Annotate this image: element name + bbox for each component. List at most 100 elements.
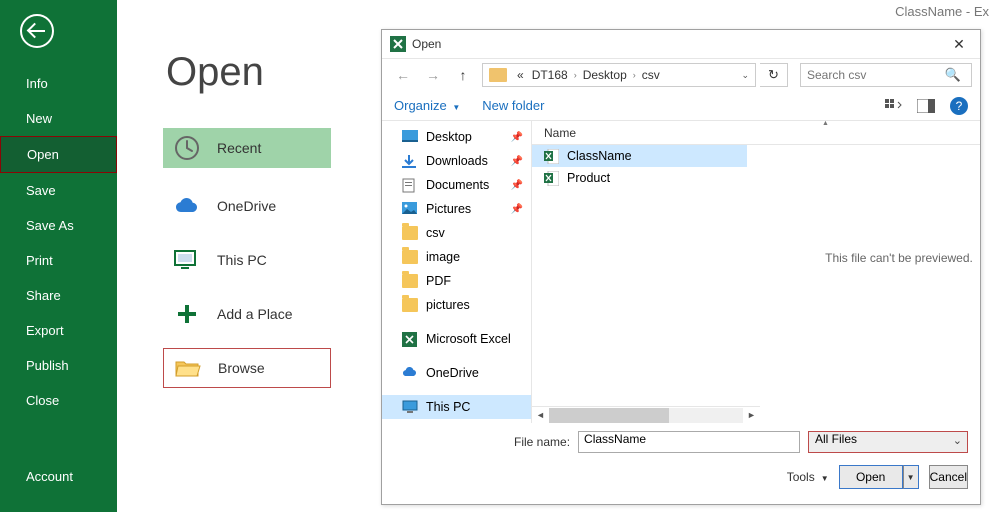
sidebar-item-export[interactable]: Export xyxy=(0,313,117,348)
tree-label: Microsoft Excel xyxy=(426,332,511,346)
computer-icon xyxy=(402,400,418,414)
filter-value: All Files xyxy=(815,432,857,446)
sidebar-item-save[interactable]: Save xyxy=(0,173,117,208)
add-icon xyxy=(171,298,203,330)
tree-label: Desktop xyxy=(426,130,472,144)
tree-item-downloads[interactable]: Downloads📌 xyxy=(382,149,531,173)
scroll-thumb[interactable] xyxy=(549,408,669,423)
sidebar-item-close[interactable]: Close xyxy=(0,383,117,418)
pictures-icon xyxy=(402,202,418,216)
sidebar-item-info[interactable]: Info xyxy=(0,66,117,101)
file-name: ClassName xyxy=(567,149,632,163)
tree-item-excel[interactable]: Microsoft Excel xyxy=(382,327,531,351)
dialog-footer: File name: ClassName All Files Tools▼ Op… xyxy=(382,423,980,499)
page-title: Open xyxy=(166,50,264,95)
nav-up-button[interactable]: ↑ xyxy=(450,63,476,87)
chevron-down-icon: ▼ xyxy=(821,474,829,483)
tree-item-folder[interactable]: pictures xyxy=(382,293,531,317)
folder-icon xyxy=(402,250,418,264)
filename-combobox[interactable]: ClassName xyxy=(578,431,800,453)
excel-icon xyxy=(402,332,418,346)
scroll-left-button[interactable]: ◄ xyxy=(532,410,549,420)
chevron-right-icon: › xyxy=(572,70,579,80)
open-split-button[interactable]: ▼ xyxy=(903,465,919,489)
tree-item-folder[interactable]: PDF xyxy=(382,269,531,293)
horizontal-scrollbar[interactable]: ◄ ► xyxy=(532,406,760,423)
tree-item-folder[interactable]: image xyxy=(382,245,531,269)
tree-item-documents[interactable]: Documents📌 xyxy=(382,173,531,197)
place-browse[interactable]: Browse xyxy=(163,348,331,388)
chevron-down-icon: ▼ xyxy=(452,103,460,112)
new-folder-button[interactable]: New folder xyxy=(482,98,544,113)
column-headers: Name▲ xyxy=(532,121,980,145)
back-button[interactable] xyxy=(20,14,54,48)
file-filter-dropdown[interactable]: All Files xyxy=(808,431,968,453)
tree-label: image xyxy=(426,250,460,264)
place-recent[interactable]: Recent xyxy=(163,128,331,168)
crumb-seg[interactable]: DT168 xyxy=(528,68,572,82)
sidebar-item-print[interactable]: Print xyxy=(0,243,117,278)
scroll-right-button[interactable]: ► xyxy=(743,410,760,420)
folder-icon xyxy=(402,274,418,288)
tree-item-desktop[interactable]: Desktop 📌 xyxy=(382,125,531,149)
folder-open-icon xyxy=(172,352,204,384)
sidebar-item-saveas[interactable]: Save As xyxy=(0,208,117,243)
file-row[interactable]: Product xyxy=(532,167,747,189)
cancel-button[interactable]: Cancel xyxy=(929,465,968,489)
sidebar-item-account[interactable]: Account xyxy=(0,459,117,494)
help-button[interactable]: ? xyxy=(950,97,968,115)
places-list: Recent OneDrive This PC Add a Place Brow… xyxy=(163,128,331,402)
sidebar-item-publish[interactable]: Publish xyxy=(0,348,117,383)
preview-message: This file can't be previewed. xyxy=(824,251,974,265)
place-thispc[interactable]: This PC xyxy=(163,240,331,280)
onedrive-icon xyxy=(402,366,418,380)
download-icon xyxy=(402,154,418,168)
crumb-pre[interactable]: « xyxy=(513,68,528,82)
crumb-dropdown[interactable]: ⌄ xyxy=(735,70,755,81)
folder-icon xyxy=(402,226,418,240)
sidebar-item-share[interactable]: Share xyxy=(0,278,117,313)
organize-menu[interactable]: Organize ▼ xyxy=(394,98,460,113)
search-icon[interactable]: 🔍 xyxy=(941,67,965,83)
pin-icon: 📌 xyxy=(511,132,523,143)
tree-item-folder[interactable]: csv xyxy=(382,221,531,245)
sidebar-item-new[interactable]: New xyxy=(0,101,117,136)
search-box[interactable]: 🔍 xyxy=(800,63,972,87)
tree-item-onedrive[interactable]: OneDrive xyxy=(382,361,531,385)
tools-menu[interactable]: Tools▼ xyxy=(787,470,829,484)
tree-label: csv xyxy=(426,226,445,240)
col-name[interactable]: Name▲ xyxy=(544,126,576,140)
filename-value: ClassName xyxy=(584,432,646,446)
nav-forward-button[interactable]: → xyxy=(420,63,446,87)
file-row[interactable]: ClassName xyxy=(532,145,747,167)
folder-icon xyxy=(402,298,418,312)
tree-label: OneDrive xyxy=(426,366,479,380)
tree-label: Documents xyxy=(426,178,489,192)
breadcrumb-bar[interactable]: « DT168 › Desktop › csv ⌄ xyxy=(482,63,756,87)
search-input[interactable] xyxy=(801,68,941,82)
tree-label: Downloads xyxy=(426,154,488,168)
open-button[interactable]: Open xyxy=(839,465,903,489)
place-label: This PC xyxy=(217,252,267,268)
file-list-area: Name▲ ClassName Product This file can't … xyxy=(532,121,980,423)
excel-file-icon xyxy=(544,149,559,164)
tree-label: This PC xyxy=(426,400,470,414)
preview-pane-button[interactable] xyxy=(912,95,940,117)
place-addplace[interactable]: Add a Place xyxy=(163,294,331,334)
crumb-seg[interactable]: Desktop xyxy=(579,68,631,82)
crumb-seg[interactable]: csv xyxy=(638,68,664,82)
computer-icon xyxy=(171,244,203,276)
close-button[interactable]: ✕ xyxy=(938,36,980,53)
excel-file-icon xyxy=(544,171,559,186)
nav-back-button[interactable]: ← xyxy=(390,63,416,87)
tree-item-pictures[interactable]: Pictures📌 xyxy=(382,197,531,221)
pin-icon: 📌 xyxy=(511,204,523,215)
dialog-title: Open xyxy=(412,37,938,51)
scroll-track[interactable] xyxy=(549,408,743,423)
tree-item-thispc[interactable]: This PC xyxy=(382,395,531,419)
clock-icon xyxy=(171,132,203,164)
view-mode-button[interactable] xyxy=(880,95,908,117)
place-onedrive[interactable]: OneDrive xyxy=(163,186,331,226)
refresh-button[interactable]: ↻ xyxy=(760,63,788,87)
sidebar-item-open[interactable]: Open xyxy=(0,136,117,173)
